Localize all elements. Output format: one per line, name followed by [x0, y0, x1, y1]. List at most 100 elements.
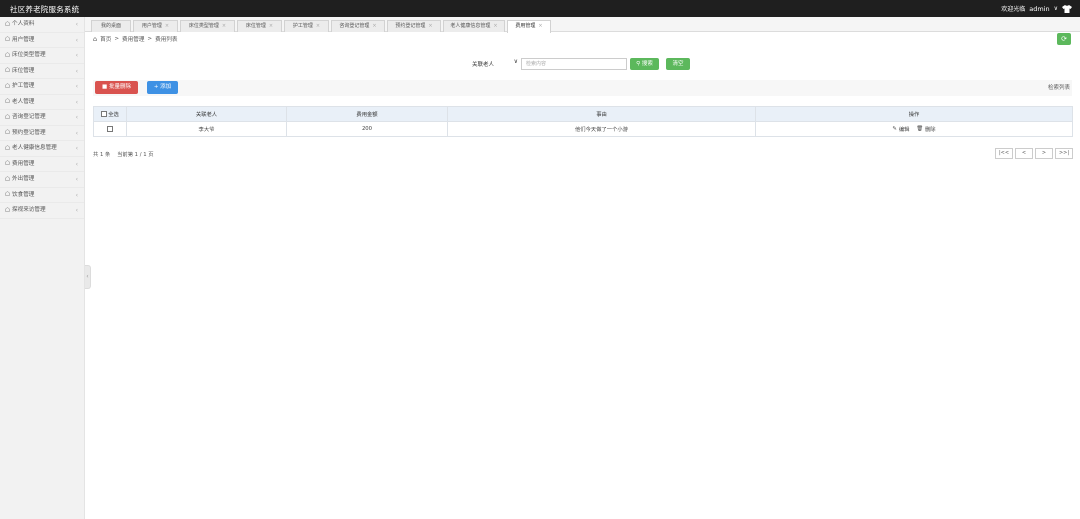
close-icon[interactable]: × [222, 23, 226, 29]
column-header-amount: 费用金额 [286, 106, 448, 122]
breadcrumb-separator: > [114, 36, 120, 42]
prev-page-button[interactable]: < [1015, 148, 1033, 159]
tab-caregivers[interactable]: 护工管理 × [284, 20, 329, 32]
home-icon [5, 144, 10, 150]
cell-amount: 200 [286, 121, 448, 137]
home-icon [5, 175, 10, 181]
close-icon[interactable]: × [428, 23, 432, 29]
home-icon [5, 160, 10, 165]
batch-delete-button[interactable]: ■ 批量删除 [95, 81, 138, 94]
refresh-button[interactable]: ⟳ [1057, 33, 1071, 45]
pencil-icon: ✎ [892, 126, 897, 132]
close-icon[interactable]: × [316, 23, 320, 29]
plus-icon: + [153, 84, 159, 90]
home-icon [5, 113, 10, 119]
chevron-left-icon: ‹ [75, 98, 78, 106]
shirt-icon[interactable] [1062, 4, 1072, 13]
edit-link[interactable]: ✎ 编辑 [892, 125, 909, 133]
tab-desktop[interactable]: 我的桌面 [91, 20, 131, 32]
sidebar-item-outings[interactable]: 外出管理 ‹ [0, 172, 84, 188]
tab-consult[interactable]: 咨询登记管理 × [331, 20, 385, 32]
chevron-down-icon[interactable]: ∨ [1054, 5, 1058, 12]
chevron-left-icon: ‹ [75, 36, 78, 44]
search-button[interactable]: ⚲ 搜索 [630, 58, 659, 70]
home-icon [5, 51, 10, 57]
select-all-checkbox[interactable] [101, 111, 108, 117]
list-label: 检索列表 [1047, 85, 1070, 91]
top-bar: 社区养老院服务系统 欢迎光临 admin ∨ [0, 0, 1080, 17]
chevron-left-icon: ‹ [75, 145, 78, 152]
fees-table: 全选 关联老人 费用金额 事由 操作 李大爷 200 他们今天做了一个小游 ✎ … [93, 106, 1073, 137]
delete-link[interactable]: 🗑 删除 [916, 125, 935, 133]
chevron-left-icon: ‹ [75, 83, 78, 90]
breadcrumb: ⌂ 首页 > 费用管理 > 费用列表 [93, 35, 178, 43]
chevron-left-icon: ‹ [75, 176, 78, 183]
table-summary: 共 1 条 当前第 1 / 1 页 [93, 150, 154, 158]
sidebar-item-users[interactable]: 用户管理 ‹ [0, 33, 84, 48]
breadcrumb-separator: > [147, 36, 153, 42]
close-icon[interactable]: × [538, 23, 542, 29]
tab-beds[interactable]: 床位管理 × [237, 20, 282, 32]
tab-bar: 我的桌面 用户管理 × 床位类型管理 × 床位管理 × 护工管理 × 咨询登记管理 × 预… [85, 17, 1080, 33]
column-header-reason: 事由 [447, 106, 756, 122]
chevron-left-icon: ‹ [75, 191, 78, 199]
user-area: 欢迎光临 admin ∨ [1001, 4, 1072, 13]
sidebar-item-profile[interactable]: 个人资料 ‹ [0, 17, 84, 33]
app-title: 社区养老院服务系统 [10, 5, 80, 14]
tab-bed-types[interactable]: 床位类型管理 × [180, 20, 235, 32]
chevron-left-icon: ‹ [75, 207, 78, 214]
search-field-select[interactable]: 关联老人 ∨ [470, 58, 520, 70]
chevron-down-icon: ∨ [513, 58, 518, 65]
add-button[interactable]: + 添加 [147, 81, 178, 94]
home-icon [5, 206, 10, 212]
sidebar-collapse-handle[interactable]: ‹ [85, 265, 91, 289]
row-checkbox[interactable] [106, 125, 113, 132]
table-row: 李大爷 200 他们今天做了一个小游 ✎ 编辑 🗑 删除 [93, 121, 1073, 137]
close-icon[interactable]: × [165, 23, 169, 29]
chevron-left-icon: ‹ [75, 129, 78, 137]
close-icon[interactable]: × [269, 23, 273, 29]
breadcrumb-page: 费用列表 [155, 37, 178, 43]
home-icon [5, 20, 10, 26]
search-icon: ⚲ [636, 61, 641, 67]
trash-icon: ■ [102, 84, 108, 90]
home-icon [5, 82, 10, 88]
chevron-left-icon: ‹ [75, 114, 78, 121]
tab-fees[interactable]: 费用管理 × [507, 20, 551, 33]
breadcrumb-home[interactable]: 首页 [100, 35, 111, 43]
select-all-header[interactable]: 全选 [93, 106, 127, 122]
row-select-cell [93, 121, 127, 137]
search-row: 关联老人 ∨ 检索内容 ⚲ 搜索 清空 [0, 57, 1080, 71]
welcome-text: 欢迎光临 [1001, 6, 1026, 13]
sidebar-item-health[interactable]: 老人健康信息管理 ‹ [0, 141, 84, 157]
sidebar-item-fees[interactable]: 费用管理 ‹ [0, 157, 84, 172]
cell-elder: 李大爷 [126, 121, 287, 137]
tab-appointments[interactable]: 预约登记管理 × [387, 20, 441, 32]
search-input[interactable]: 检索内容 [521, 58, 627, 70]
total-count: 共 1 条 [93, 152, 111, 158]
home-icon [5, 98, 10, 103]
home-icon [5, 129, 10, 134]
sidebar-item-caregivers[interactable]: 护工管理 ‹ [0, 79, 84, 95]
user-menu[interactable]: admin [1029, 5, 1049, 13]
chevron-left-icon: ‹ [86, 273, 89, 280]
column-header-elder: 关联老人 [126, 106, 287, 122]
home-icon [5, 36, 10, 41]
sidebar-item-appointments[interactable]: 预约登记管理 ‹ [0, 126, 84, 141]
sidebar-item-consult[interactable]: 咨询登记管理 ‹ [0, 110, 84, 126]
breadcrumb-section[interactable]: 费用管理 [122, 35, 144, 43]
close-icon[interactable]: × [372, 23, 376, 29]
sidebar-item-diet[interactable]: 饮食管理 ‹ [0, 188, 84, 203]
sidebar-item-visits[interactable]: 探视来访管理 ‹ [0, 203, 84, 219]
refresh-icon: ⟳ [1061, 35, 1067, 43]
tab-users[interactable]: 用户管理 × [133, 20, 178, 32]
trash-icon: 🗑 [916, 126, 923, 132]
next-page-button[interactable]: > [1035, 148, 1053, 159]
table-header-row: 全选 关联老人 费用金额 事由 操作 [93, 106, 1073, 122]
clear-button[interactable]: 清空 [666, 58, 690, 70]
last-page-button[interactable]: >>| [1055, 148, 1073, 159]
sidebar-item-elders[interactable]: 老人管理 ‹ [0, 95, 84, 110]
tab-health[interactable]: 老人健康信息管理 × [443, 20, 505, 32]
first-page-button[interactable]: |<< [995, 148, 1013, 159]
close-icon[interactable]: × [493, 23, 497, 29]
